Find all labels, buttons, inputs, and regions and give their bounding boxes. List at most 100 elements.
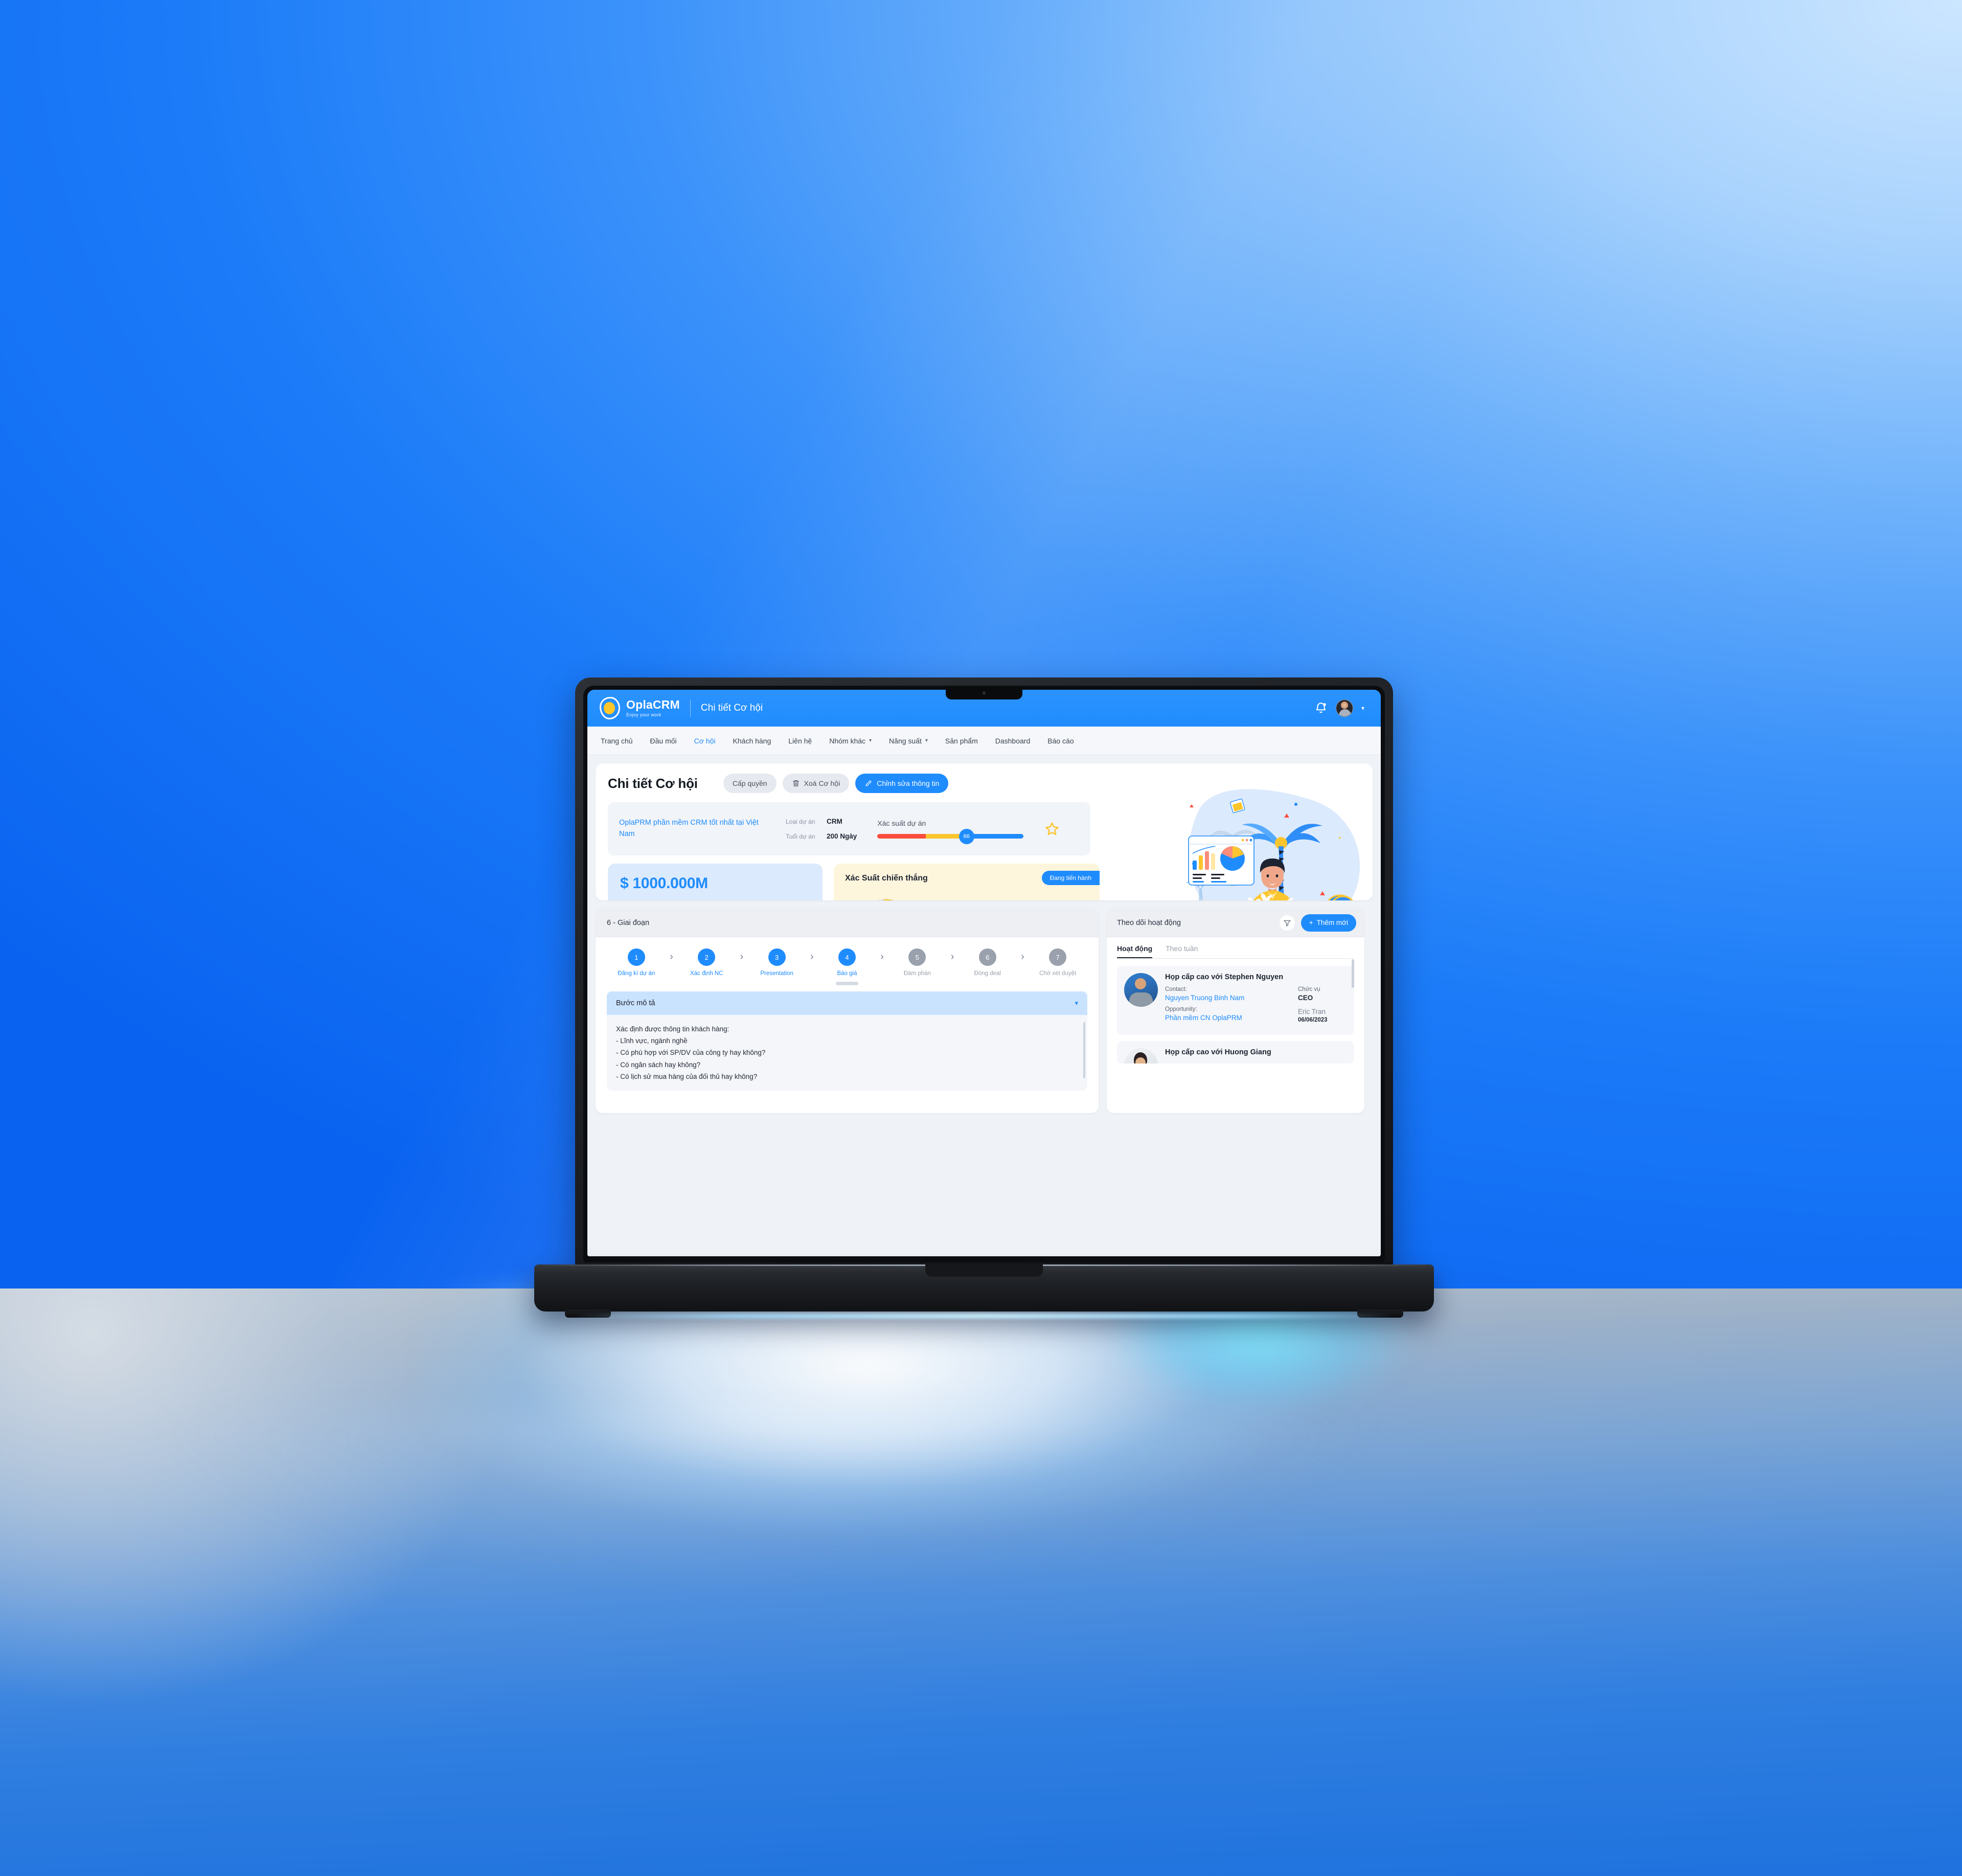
project-type-label: Loại dự án (786, 818, 815, 825)
nav-item-san-pham[interactable]: Sản phẩm (945, 737, 978, 745)
stage-step-6[interactable]: 6 Đóng deal (958, 948, 1017, 977)
delete-opportunity-button[interactable]: Xoá Cơ hội (782, 774, 850, 793)
step-description-panel: Bước mô tả ▾ Xác định được thông tin khá… (607, 991, 1087, 1091)
chevron-down-icon[interactable]: ▾ (1075, 999, 1078, 1007)
plus-icon: + (1309, 919, 1313, 926)
nav-label: Năng suất (889, 736, 922, 745)
stage-step-2[interactable]: 2 Xác định NC (677, 948, 736, 977)
activity-item[interactable]: Họp cấp cao với Stephen Nguyen Contact: … (1117, 966, 1354, 1035)
trash-icon (792, 779, 800, 787)
activity-owner: Eric Tran (1298, 1008, 1326, 1015)
laptop-screen: OplaCRM Enjoy your work Chi tiết Cơ hội (587, 690, 1381, 1256)
add-activity-button[interactable]: + Thêm mới (1301, 914, 1356, 932)
main-navigation: Trang chủ Đầu mối Cơ hội Khách hàng Liên… (587, 727, 1381, 755)
stage-step-1[interactable]: 1 Đăng kí dự án (607, 948, 666, 977)
tab-hoat-dong[interactable]: Hoạt động (1117, 944, 1153, 958)
nav-label: Sản phẩm (945, 736, 978, 745)
brand-tagline: Enjoy your work (626, 712, 661, 717)
status-badge: Đang tiến hành (1041, 871, 1100, 885)
nav-item-nhom-khac[interactable]: Nhóm khác ▾ (829, 737, 872, 745)
webcam-icon (982, 691, 986, 695)
description-line: - Lĩnh vực, ngành nghề (616, 1037, 688, 1045)
chevron-down-icon: ▾ (869, 738, 872, 743)
project-age-value: 200 Ngày (827, 832, 857, 840)
nav-item-dau-moi[interactable]: Đầu mối (650, 737, 677, 745)
step-description-header[interactable]: Bước mô tả ▾ (607, 991, 1087, 1015)
base-lip (925, 1264, 1043, 1277)
slider-knob[interactable]: 66 (959, 828, 974, 844)
nav-label: Khách hàng (733, 736, 771, 745)
chevron-right-icon: › (810, 952, 814, 962)
opportunity-name-link[interactable]: OplaPRM phần mềm CRM tốt nhất tại Việt N… (619, 818, 765, 840)
user-menu-chevron-down-icon[interactable]: ▾ (1361, 705, 1364, 712)
stage-step-4[interactable]: 4 Báo giá (817, 948, 877, 977)
nav-item-trang-chu[interactable]: Trang chủ (601, 737, 633, 745)
step-label: Đóng deal (974, 970, 1001, 977)
stage-pipeline-card: 6 - Giai đoạn 1 Đăng kí dự án › 2 Xác đị… (596, 909, 1099, 1113)
step-label: Presentation (760, 970, 793, 977)
win-probability-donut-chart: 50/100 (845, 891, 927, 900)
step-number: 5 (908, 948, 926, 966)
project-type-value: CRM (827, 818, 842, 825)
grant-permission-button[interactable]: Cấp quyền (723, 774, 777, 793)
description-line: - Có ngân sách hay không? (616, 1060, 701, 1069)
stage-step-3[interactable]: 3 Presentation (747, 948, 807, 977)
activity-scrollbar[interactable] (1352, 959, 1354, 988)
add-activity-label: Thêm mới (1316, 919, 1348, 926)
nav-label: Cơ hội (694, 736, 716, 745)
delete-opportunity-label: Xoá Cơ hội (804, 779, 840, 787)
nav-item-nang-suat[interactable]: Năng suất ▾ (889, 737, 928, 745)
activity-title: Theo dõi hoạt động (1117, 918, 1181, 927)
notification-bell-icon[interactable] (1314, 702, 1328, 715)
opportunity-value[interactable]: Phần mềm CN OplaPRM (1165, 1014, 1298, 1022)
description-scrollbar[interactable] (1083, 1022, 1085, 1078)
project-probability: Xác suất dự án 66 (877, 819, 1024, 844)
chevron-right-icon: › (740, 952, 744, 962)
step-label: Xác định NC (690, 970, 723, 977)
step-number: 1 (627, 948, 645, 966)
opportunity-meta: Loại dự án CRM Tuổi dự án 200 Ngày (786, 818, 857, 840)
topbar-divider (690, 699, 691, 717)
nav-item-khach-hang[interactable]: Khách hàng (733, 737, 771, 745)
step-number: 6 (978, 948, 996, 966)
chevron-down-icon: ▾ (925, 738, 928, 743)
step-number: 2 (698, 948, 716, 966)
activity-item[interactable]: Họp cấp cao với Huong Giang (1117, 1041, 1354, 1064)
hero-title: Chi tiết Cơ hội (608, 775, 698, 791)
favorite-star-icon[interactable] (1044, 821, 1060, 837)
stage-step-7[interactable]: 7 Chờ xét duyệt (1028, 948, 1087, 977)
opportunity-hero-card: $ (596, 763, 1373, 900)
laptop-mockup: OplaCRM Enjoy your work Chi tiết Cơ hội (534, 677, 1434, 1322)
project-probability-slider[interactable]: 66 (877, 828, 1024, 844)
contact-value[interactable]: Nguyen Truong Binh Nam (1165, 994, 1298, 1002)
avatar (1124, 1048, 1158, 1064)
nav-item-co-hoi[interactable]: Cơ hội (694, 737, 716, 745)
pencil-icon (864, 779, 873, 787)
nav-item-dashboard[interactable]: Dashboard (995, 737, 1031, 745)
brand-name: OplaCRM (626, 698, 680, 711)
step-description-title: Bước mô tả (616, 999, 655, 1007)
description-line: Xác định được thông tin khách hàng: (616, 1025, 729, 1033)
step-number: 7 (1049, 948, 1067, 966)
hero-illustration: $ (1171, 786, 1373, 900)
stage-step-5[interactable]: 5 Đàm phán (888, 948, 947, 977)
nav-label: Đầu mối (650, 736, 677, 745)
edit-info-button[interactable]: Chỉnh sửa thông tin (855, 774, 949, 793)
description-line: - Có lịch sử mua hàng của đối thủ hay kh… (616, 1072, 758, 1080)
project-probability-label: Xác suất dự án (877, 819, 926, 827)
nav-item-lien-he[interactable]: Liên hệ (788, 737, 812, 745)
nav-item-bao-cao[interactable]: Báo cáo (1047, 737, 1074, 745)
tab-theo-tuan[interactable]: Theo tuần (1166, 944, 1198, 958)
activity-list: Họp cấp cao với Stephen Nguyen Contact: … (1107, 959, 1364, 1064)
opportunity-label: Opportunity: (1165, 1006, 1197, 1012)
filter-funnel-icon[interactable] (1279, 915, 1295, 931)
activity-name: Họp cấp cao với Huong Giang (1165, 1048, 1271, 1056)
user-avatar[interactable] (1335, 699, 1353, 717)
page-title: Chi tiết Cơ hội (700, 703, 763, 713)
nav-label: Liên hệ (788, 736, 812, 745)
step-description-body: Xác định được thông tin khách hàng: - Lĩ… (607, 1015, 1087, 1091)
step-label: Đăng kí dự án (618, 970, 655, 977)
brand-logo[interactable]: OplaCRM Enjoy your work (600, 697, 680, 719)
role-value: CEO (1298, 994, 1313, 1002)
stage-scrollbar[interactable] (836, 982, 858, 985)
